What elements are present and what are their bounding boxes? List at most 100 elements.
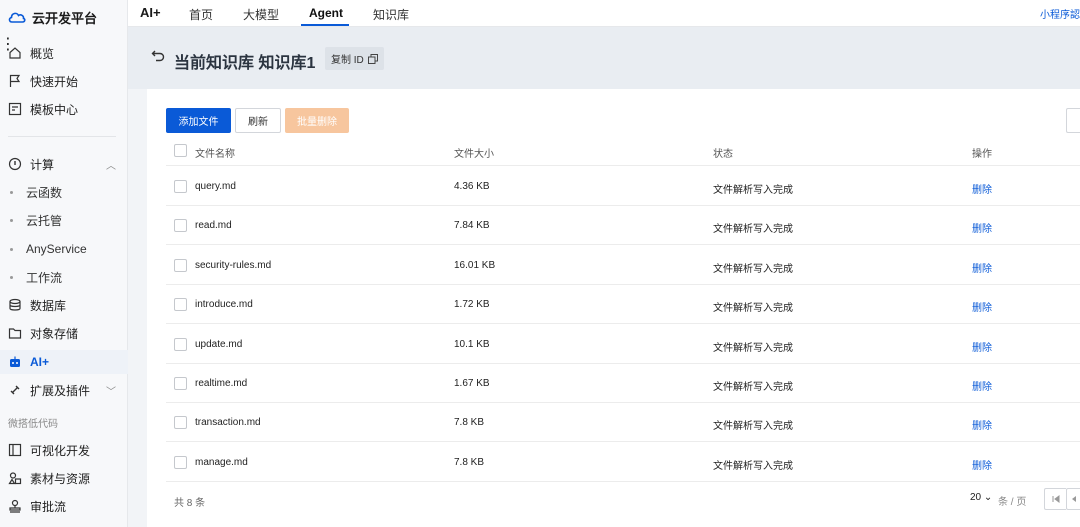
- column-header-size: 文件大小: [454, 149, 494, 160]
- top-bar: AI+ 首页 大模型 Agent 知识库 小程序認: [128, 0, 1080, 27]
- tab-home[interactable]: 首页: [189, 6, 213, 23]
- divider: [8, 136, 116, 137]
- prev-page-button[interactable]: [1066, 488, 1080, 510]
- sidebar-item-overview[interactable]: 概览: [0, 41, 128, 65]
- sidebar-item-anyservice[interactable]: AnyService: [0, 237, 128, 261]
- page-size-select[interactable]: 20 ⌄: [970, 492, 992, 503]
- file-status: 文件解析写入完成: [713, 342, 793, 354]
- first-page-button[interactable]: [1044, 488, 1066, 510]
- sidebar-item-quickstart[interactable]: 快速开始: [0, 69, 128, 93]
- bullet-dot: [10, 218, 13, 222]
- row-checkbox[interactable]: [174, 219, 187, 233]
- chevron-down-icon: ⌄: [983, 492, 993, 503]
- first-page-icon: [1052, 495, 1059, 503]
- file-name: realtime.md: [195, 378, 248, 389]
- row-checkbox[interactable]: [174, 258, 187, 272]
- row-checkbox[interactable]: [174, 377, 187, 390]
- tab-models[interactable]: 大模型: [243, 6, 279, 23]
- table-row: update.md 10.1 KB 文件解析写入完成 删除: [166, 325, 1080, 364]
- add-file-button[interactable]: 添加文件: [166, 108, 231, 133]
- file-size: 4.36 KB: [454, 181, 490, 192]
- row-checkbox[interactable]: [174, 180, 187, 193]
- row-checkbox[interactable]: [174, 455, 187, 469]
- table-row: security-rules.md 16.01 KB 文件解析写入完成 删除: [166, 246, 1080, 285]
- cloud-logo-icon: [8, 12, 26, 23]
- sidebar-item-assets[interactable]: 素材与资源: [0, 466, 128, 490]
- file-name: update.md: [195, 338, 243, 350]
- mini-program-link[interactable]: 小程序認: [1040, 6, 1080, 21]
- file-name: query.md: [195, 181, 236, 192]
- delete-link[interactable]: 删除: [972, 457, 992, 472]
- search-input[interactable]: [1066, 108, 1080, 133]
- sidebar-item-extensions[interactable]: 扩展及插件 ﹀: [0, 378, 128, 402]
- file-size: 7.8 KB: [454, 456, 485, 468]
- delete-link[interactable]: 删除: [972, 417, 992, 432]
- delete-link[interactable]: 删除: [972, 378, 992, 393]
- sidebar-item-cloud-function[interactable]: 云函数: [0, 180, 128, 204]
- file-status: 文件解析写入完成: [713, 421, 793, 433]
- file-name: read.md: [195, 220, 232, 232]
- copy-id-label: 复制 ID: [331, 55, 364, 66]
- file-size: 16.01 KB: [454, 259, 496, 271]
- row-checkbox[interactable]: [174, 298, 187, 312]
- app-title: AI+: [140, 5, 161, 20]
- delete-link[interactable]: 删除: [972, 181, 992, 196]
- select-all-checkbox[interactable]: [174, 144, 187, 157]
- database-icon: [9, 298, 21, 311]
- delete-link[interactable]: 删除: [972, 260, 992, 275]
- delete-link[interactable]: 删除: [972, 220, 992, 235]
- tab-knowledge-base[interactable]: 知识库: [373, 6, 409, 23]
- chevron-down-icon: ﹀: [106, 387, 116, 398]
- sidebar-item-workflow[interactable]: 工作流: [0, 265, 128, 289]
- sidebar-item-label: 快速开始: [30, 74, 79, 89]
- sidebar-item-label: 概览: [30, 46, 55, 61]
- row-checkbox[interactable]: [174, 337, 187, 351]
- tab-agent[interactable]: Agent: [309, 6, 343, 20]
- delete-link[interactable]: 删除: [972, 299, 992, 314]
- file-list-card: 添加文件 刷新 批量删除 文件名称 文件大小 状态 操作 query.md 4.3…: [147, 89, 1080, 527]
- copy-id-button[interactable]: 复制 ID: [325, 47, 384, 70]
- table-header: 文件名称 文件大小 状态 操作: [166, 138, 1080, 166]
- sidebar-item-templates[interactable]: 模板中心: [0, 97, 128, 121]
- total-count: 共 8 条: [174, 498, 206, 509]
- column-header-action: 操作: [972, 149, 992, 160]
- file-name: transaction.md: [195, 417, 261, 429]
- section-label-lowcode: 微搭低代码: [8, 419, 58, 430]
- sidebar-item-storage[interactable]: 对象存储: [0, 321, 128, 345]
- table-row: introduce.md 1.72 KB 文件解析写入完成 删除: [166, 285, 1080, 325]
- row-checkbox[interactable]: [174, 416, 187, 430]
- column-header-name: 文件名称: [195, 149, 235, 160]
- table-row: realtime.md 1.67 KB 文件解析写入完成 删除: [166, 364, 1080, 403]
- sidebar-item-label: 数据库: [30, 298, 67, 313]
- back-icon[interactable]: [151, 49, 165, 63]
- page-size-unit: 条 / 页: [998, 497, 1027, 508]
- sidebar-item-label: 对象存储: [30, 326, 79, 341]
- sidebar-item-visual-dev[interactable]: 可视化开发: [0, 438, 128, 462]
- sidebar-item-label: 计算: [30, 157, 55, 172]
- sidebar-item-approval[interactable]: 审批流: [0, 494, 128, 518]
- sidebar-item-label: 素材与资源: [30, 471, 91, 486]
- bullet-dot: [10, 190, 13, 194]
- sidebar-item-ai[interactable]: AI+: [0, 350, 128, 374]
- batch-delete-button: 批量删除: [285, 108, 349, 133]
- chevron-up-icon: ︿: [106, 161, 116, 172]
- brand[interactable]: 云开发平台: [0, 0, 127, 34]
- file-name: manage.md: [195, 456, 248, 468]
- sidebar-item-database[interactable]: 数据库: [0, 293, 128, 317]
- robot-icon: [10, 356, 20, 367]
- delete-link[interactable]: 删除: [972, 339, 992, 354]
- file-status: 文件解析写入完成: [713, 460, 793, 472]
- file-status: 文件解析写入完成: [713, 382, 793, 393]
- refresh-button[interactable]: 刷新: [235, 108, 281, 133]
- file-size: 7.84 KB: [454, 220, 490, 232]
- file-size: 7.8 KB: [454, 417, 485, 429]
- sidebar-item-compute[interactable]: 计算 ︿: [0, 152, 128, 176]
- sidebar-item-label: 工作流: [26, 270, 63, 285]
- file-name: security-rules.md: [195, 259, 272, 271]
- sidebar-item-label: AnyService: [26, 242, 87, 256]
- prev-page-icon: [1071, 496, 1076, 502]
- folder-icon: [8, 328, 22, 339]
- file-status: 文件解析写入完成: [713, 185, 793, 196]
- compute-icon: [8, 157, 22, 171]
- sidebar-item-cloud-run[interactable]: 云托管: [0, 208, 128, 232]
